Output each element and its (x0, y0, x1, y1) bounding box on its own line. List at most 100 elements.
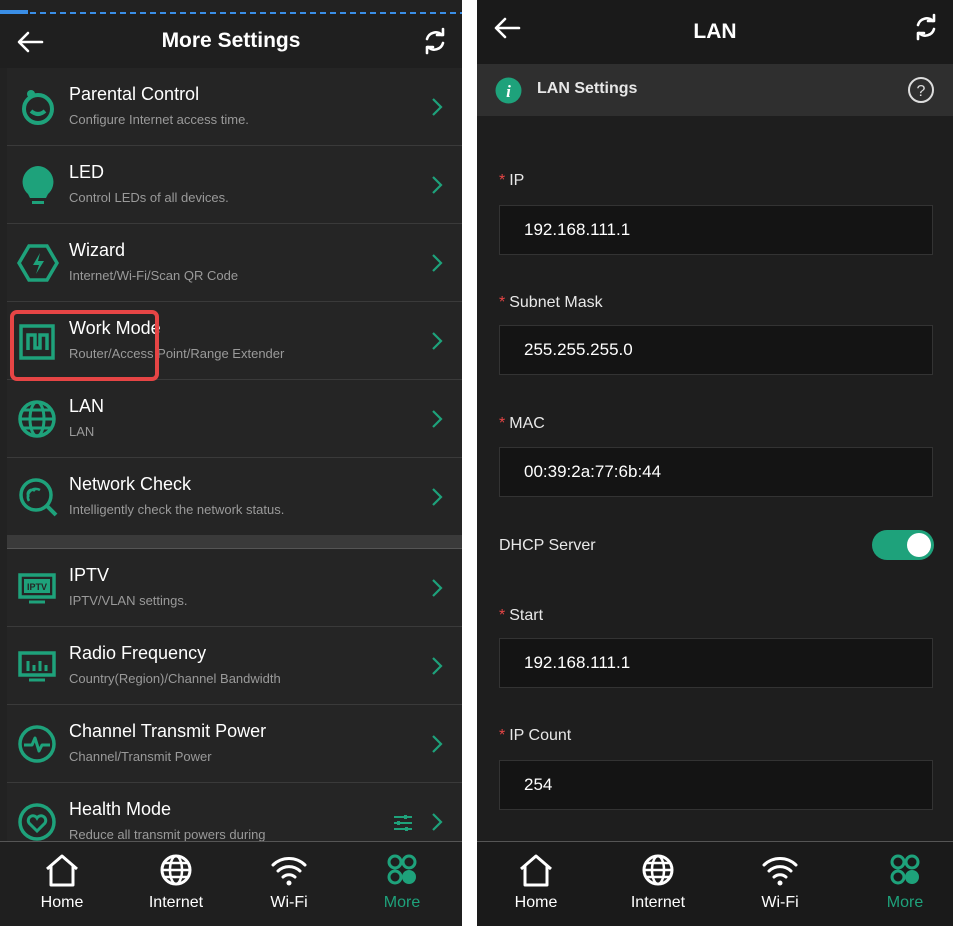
ip-label: * IP (499, 172, 524, 190)
chevron-right-icon (432, 410, 443, 428)
dhcp-server-toggle[interactable] (872, 530, 934, 560)
item-subtitle: Control LEDs of all devices. (69, 190, 229, 205)
back-arrow-icon[interactable] (14, 26, 46, 58)
bottom-nav: Home Internet Wi-Fi More (477, 841, 953, 926)
nav-more-label: More (383, 894, 421, 911)
more-grid-icon (387, 854, 417, 885)
ip-count-label-text: IP Count (509, 727, 572, 744)
settings-list: Parental Control Configure Internet acce… (7, 68, 462, 861)
subnet-mask-field[interactable]: 255.255.255.0 (499, 325, 933, 375)
required-mark: * (499, 172, 506, 189)
chevron-right-icon (432, 813, 443, 831)
list-item-lan[interactable]: LAN LAN (7, 380, 462, 458)
start-field[interactable]: 192.168.111.1 (499, 638, 933, 688)
ip-label-text: IP (509, 172, 525, 189)
list-item-radio-frequency[interactable]: Radio Frequency Country(Region)/Channel … (7, 627, 462, 705)
item-title: IPTV (69, 565, 110, 585)
ip-count-field[interactable]: 254 (499, 760, 933, 810)
item-title: Parental Control (69, 84, 200, 104)
start-label-text: Start (509, 607, 544, 624)
nav-internet-label: Internet (148, 894, 204, 911)
svg-text:?: ? (917, 83, 926, 100)
wifi-icon (271, 857, 307, 886)
more-grid-icon (890, 854, 920, 885)
item-title: Wizard (69, 240, 126, 260)
back-arrow-icon[interactable] (491, 12, 523, 44)
globe-icon (642, 854, 674, 886)
list-item-parental-control[interactable]: Parental Control Configure Internet acce… (7, 68, 462, 146)
list-item-channel-transmit-power[interactable]: Channel Transmit Power Channel/Transmit … (7, 705, 462, 783)
chevron-right-icon (432, 98, 443, 116)
lan-panel: LAN i LAN Settings ? * IP 192.168.111.1 *… (477, 0, 953, 926)
nav-wifi[interactable]: Wi-Fi (249, 852, 329, 912)
nav-home-label: Home (40, 894, 84, 911)
dhcp-server-label: DHCP Server (499, 537, 596, 554)
nav-home-label: Home (514, 894, 558, 911)
nav-home[interactable]: Home (22, 852, 102, 912)
nav-home[interactable]: Home (496, 852, 576, 912)
chevron-right-icon (432, 657, 443, 675)
section-divider (7, 536, 462, 549)
parental-control-icon (22, 90, 54, 125)
item-title: Health Mode (69, 799, 172, 819)
refresh-icon[interactable] (420, 26, 450, 56)
section-title: LAN Settings (537, 80, 638, 97)
item-subtitle: Country(Region)/Channel Bandwidth (69, 671, 281, 686)
item-title: LED (69, 162, 105, 182)
item-subtitle: Intelligently check the network status. (69, 502, 285, 517)
item-subtitle: Configure Internet access time. (69, 112, 249, 127)
item-subtitle: LAN (69, 424, 95, 439)
mac-label: * MAC (499, 415, 545, 433)
more-settings-panel: More Settings Parental Control Configure… (0, 0, 462, 926)
required-mark: * (499, 727, 506, 744)
subnet-mask-label: * Subnet Mask (499, 294, 603, 312)
subnet-mask-label-text: Subnet Mask (509, 294, 603, 311)
nav-more[interactable]: More (865, 852, 945, 912)
list-item-wizard[interactable]: Wizard Internet/Wi-Fi/Scan QR Code (7, 224, 462, 302)
network-check-icon (19, 478, 58, 517)
item-subtitle: Channel/Transmit Power (69, 749, 212, 764)
home-icon (46, 854, 78, 887)
highlight-box (10, 310, 159, 381)
mac-field[interactable]: 00:39:2a:77:6b:44 (499, 447, 933, 497)
chevron-right-icon (432, 579, 443, 597)
help-icon[interactable]: ? (907, 76, 935, 104)
item-subtitle: Internet/Wi-Fi/Scan QR Code (69, 268, 239, 283)
list-item-led[interactable]: LED Control LEDs of all devices. (7, 146, 462, 224)
info-icon: i (495, 77, 522, 104)
item-subtitle: Reduce all transmit powers during (69, 827, 266, 842)
chevron-right-icon (432, 176, 443, 194)
globe-icon (18, 400, 56, 438)
iptv-icon: IPTV (18, 573, 56, 604)
nav-more-label: More (886, 894, 924, 911)
list-item-iptv[interactable]: IPTV IPTV IPTV/VLAN settings. (7, 549, 462, 627)
ip-field[interactable]: 192.168.111.1 (499, 205, 933, 255)
nav-wifi[interactable]: Wi-Fi (740, 852, 820, 912)
chevron-right-icon (432, 735, 443, 753)
required-mark: * (499, 415, 506, 432)
page-title: More Settings (161, 29, 301, 52)
ip-count-label: * IP Count (499, 727, 571, 745)
nav-internet[interactable]: Internet (618, 852, 698, 912)
radio-frequency-icon (18, 651, 56, 682)
transmit-power-icon (18, 725, 56, 763)
nav-more[interactable]: More (362, 852, 442, 912)
led-bulb-icon (22, 166, 54, 204)
nav-wifi-label: Wi-Fi (270, 894, 308, 911)
toggle-knob (907, 533, 931, 557)
sliders-icon (394, 815, 412, 831)
nav-internet[interactable]: Internet (136, 852, 216, 912)
mac-label-text: MAC (509, 415, 545, 432)
refresh-icon[interactable] (911, 12, 941, 42)
page-title: LAN (693, 20, 737, 43)
home-icon (520, 854, 552, 887)
nav-wifi-label: Wi-Fi (761, 894, 799, 911)
list-item-network-check[interactable]: Network Check Intelligently check the ne… (7, 458, 462, 536)
item-title: Channel Transmit Power (69, 721, 267, 741)
item-title: Network Check (69, 474, 192, 494)
chevron-right-icon (432, 488, 443, 506)
start-label: * Start (499, 607, 543, 625)
bottom-nav: Home Internet Wi-Fi More (0, 841, 462, 926)
wifi-icon (762, 857, 798, 886)
item-title: LAN (69, 396, 105, 416)
